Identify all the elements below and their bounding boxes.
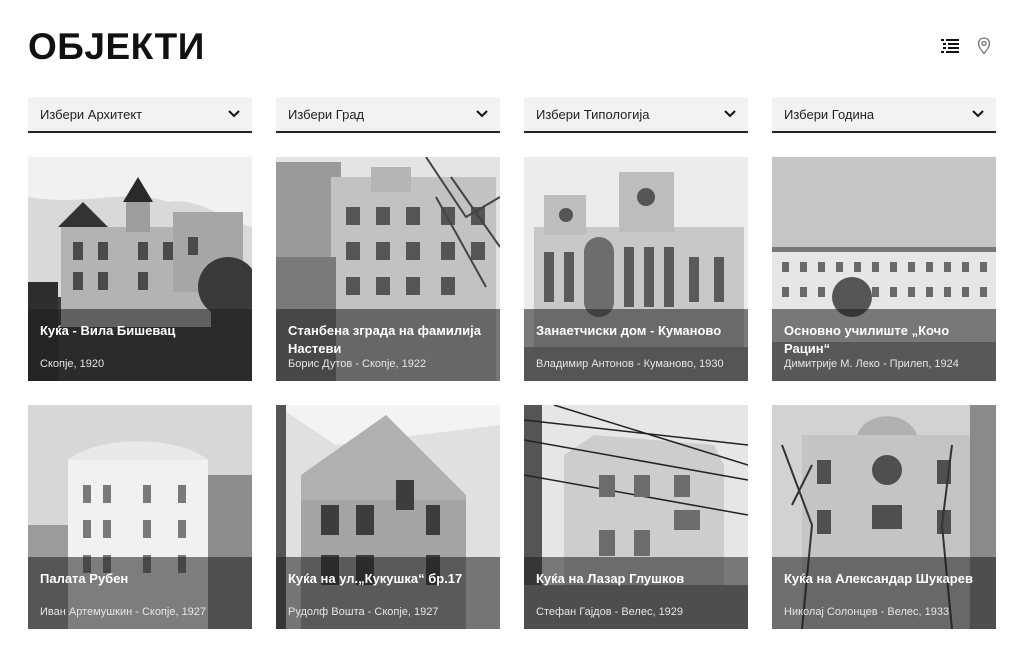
card-meta: Рудолф Вошта - Скопје, 1927 [288,606,439,618]
card-title: Палата Рубен [40,571,129,586]
card-meta: Иван Артемушкин - Скопје, 1927 [40,606,207,618]
filter-bar: Избери Архитект Избери Град Избери Типол… [28,97,998,133]
building-card[interactable]: Куќа на Лазар Глушков Стефан Гајдов - Ве… [524,405,748,629]
filter-typology-select[interactable]: Избери Типологија [524,97,748,133]
card-meta: Николај Солонцев - Велес, 1933 [784,606,950,618]
building-card[interactable]: Куќа на ул.„Кукушка“ бр.17 Рудолф Вошта … [276,405,500,629]
map-pin-icon[interactable] [974,36,994,56]
card-meta: Борис Дутов - Скопје, 1922 [288,358,427,370]
building-grid: Куќа - Вила Бишевац Скопје, 1920 Станбен… [28,157,998,629]
list-icon[interactable] [940,36,960,56]
card-title: Куќа на Александар Шукарев [784,571,973,586]
view-toggles [940,36,994,56]
card-title: Куќа на Лазар Глушков [536,571,685,586]
chevron-down-icon [972,108,984,120]
card-meta: Скопје, 1920 [40,358,105,370]
building-card[interactable]: Куќа - Вила Бишевац Скопје, 1920 [28,157,252,381]
filter-city-select[interactable]: Избери Град [276,97,500,133]
building-card[interactable]: Занаетчиски дом - Куманово Владимир Анто… [524,157,748,381]
building-card[interactable]: Станбена зграда на фамилија Настеви Бори… [276,157,500,381]
filter-label: Избери Година [784,106,875,122]
card-title: Занаетчиски дом - Куманово [536,323,722,338]
card-meta: Владимир Антонов - Куманово, 1930 [536,358,724,370]
card-title: Куќа на ул.„Кукушка“ бр.17 [288,571,463,586]
filter-label: Избери Град [288,106,365,122]
building-card[interactable]: Куќа на Александар Шукарев Николај Солон… [772,405,996,629]
chevron-down-icon [724,108,736,120]
filter-year-select[interactable]: Избери Година [772,97,996,133]
page-title: ОБЈЕКТИ [28,26,205,67]
card-meta: Стефан Гајдов - Велес, 1929 [536,606,684,618]
card-title: Станбена зграда на фамилија Настеви [288,323,481,356]
card-title: Основно училиште „Кочо Рацин“ [784,323,950,356]
filter-label: Избери Архитект [40,106,143,122]
card-title: Куќа - Вила Бишевац [40,323,176,338]
chevron-down-icon [228,108,240,120]
filter-label: Избери Типологија [536,106,650,122]
card-meta: Димитрије М. Леко - Прилеп, 1924 [784,358,959,370]
filter-architect-select[interactable]: Избери Архитект [28,97,252,133]
chevron-down-icon [476,108,488,120]
building-card[interactable]: Основно училиште „Кочо Рацин“ Димитрије … [772,157,996,381]
building-card[interactable]: Палата Рубен Иван Артемушкин - Скопје, 1… [28,405,252,629]
